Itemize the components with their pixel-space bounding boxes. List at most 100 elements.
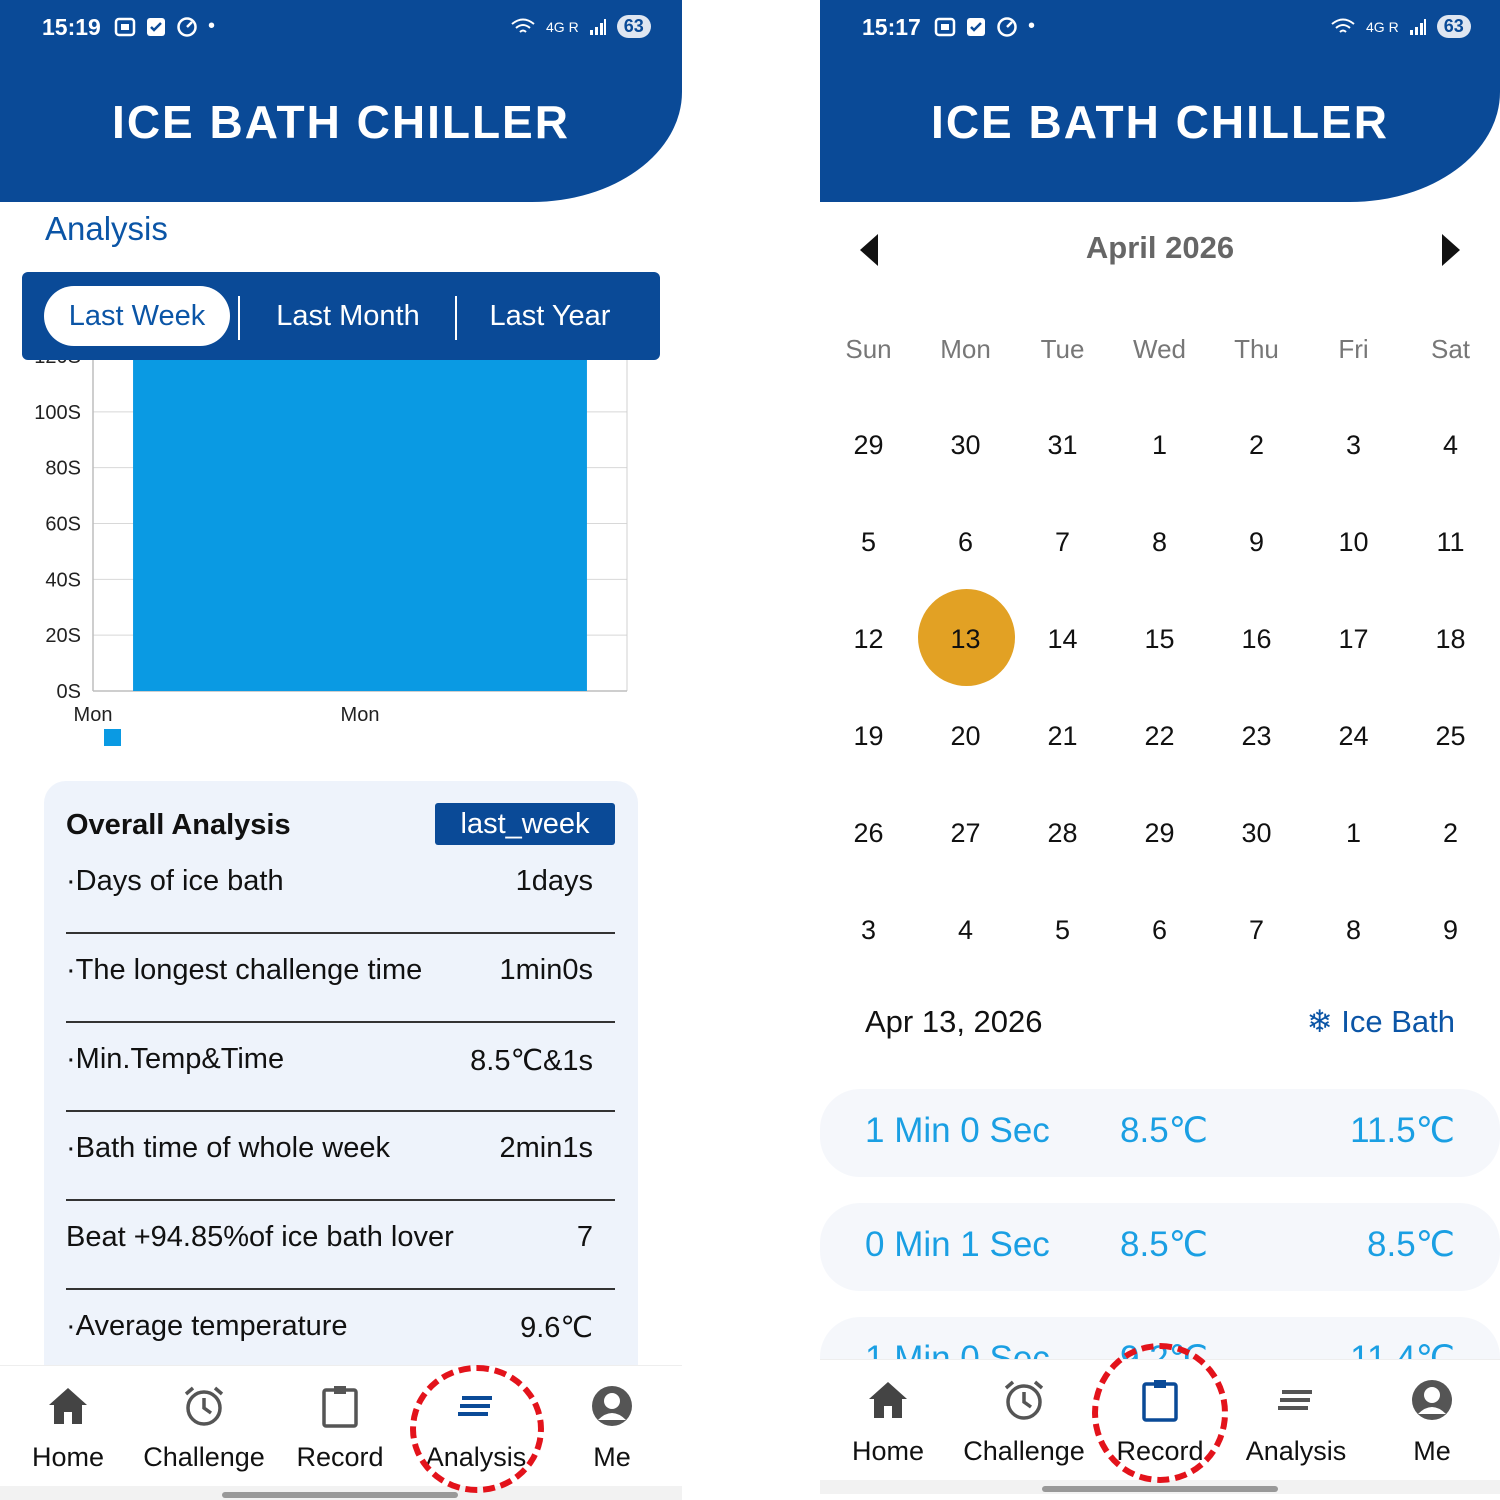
stat-value: 1min0s	[499, 954, 594, 986]
nav-label: Home	[31, 1442, 105, 1472]
calendar-day[interactable]: 30	[1208, 818, 1305, 849]
nav-analysis[interactable]: Analysis	[1228, 1360, 1364, 1495]
calendar-day[interactable]: 2	[1208, 430, 1305, 461]
calendar-day[interactable]: 8	[1111, 527, 1208, 558]
calendar-day[interactable]: 4	[917, 915, 1014, 946]
bar	[133, 356, 587, 691]
screenshot-icon	[934, 17, 956, 36]
calendar-day[interactable]: 5	[820, 527, 917, 558]
calendar-day[interactable]: 7	[1014, 527, 1111, 558]
signal-icon	[589, 18, 606, 35]
nav-label: Home	[851, 1436, 925, 1466]
calendar-day[interactable]: 25	[1402, 721, 1499, 752]
calendar-day[interactable]: 21	[1014, 721, 1111, 752]
calendar-day[interactable]: 13	[917, 624, 1014, 655]
calendar-day[interactable]: 29	[820, 430, 917, 461]
stat-value: 7	[576, 1221, 593, 1253]
stat-row: ·Days of ice bath 1days	[66, 845, 615, 934]
next-month-button[interactable]	[1440, 232, 1462, 268]
nav-challenge[interactable]: Challenge	[956, 1360, 1092, 1495]
calendar-day[interactable]: 3	[1305, 430, 1402, 461]
nav-challenge[interactable]: Challenge	[136, 1366, 272, 1500]
weekday-label: Fri	[1338, 334, 1369, 364]
speed-icon	[997, 16, 1017, 37]
nav-label: Challenge	[143, 1442, 265, 1472]
nav-label: Analysis	[425, 1442, 527, 1472]
calendar-day[interactable]: 4	[1402, 430, 1499, 461]
network-type: 4G R	[546, 18, 579, 35]
calendar-day[interactable]: 17	[1305, 624, 1402, 655]
status-bar: 15:19 • 4G R 63	[0, 0, 682, 56]
calendar-day[interactable]: 26	[820, 818, 917, 849]
nav-me[interactable]: Me	[544, 1366, 680, 1500]
wifi-icon	[1331, 18, 1355, 33]
nav-me[interactable]: Me	[1364, 1360, 1500, 1495]
y-tick-label: 100S	[34, 402, 81, 424]
calendar-day[interactable]: 9	[1208, 527, 1305, 558]
nav-record[interactable]: Record	[272, 1366, 408, 1500]
calendar-day[interactable]: 3	[820, 915, 917, 946]
weekday-label: Mon	[940, 334, 991, 364]
notification-icons: •	[934, 15, 1035, 38]
calendar-day[interactable]: 27	[917, 818, 1014, 849]
analysis-screen: ICE BATH CHILLER 15:19 • 4G R 63 Analysi…	[0, 0, 682, 1500]
calendar-day[interactable]: 15	[1111, 624, 1208, 655]
calendar-day[interactable]: 19	[820, 721, 917, 752]
nav-label: Challenge	[963, 1436, 1085, 1466]
calendar-day[interactable]: 14	[1014, 624, 1111, 655]
nav-analysis[interactable]: Analysis	[408, 1366, 544, 1500]
home-indicator[interactable]	[1042, 1486, 1278, 1492]
tab-last-year[interactable]: Last Year	[462, 286, 638, 346]
stat-value: 8.5℃&1s	[470, 1045, 593, 1077]
calendar-day[interactable]: 12	[820, 624, 917, 655]
stat-value: 2min1s	[499, 1132, 594, 1164]
stat-row: Beat +94.85%of ice bath lover 7	[66, 1201, 615, 1290]
ice-bath-link[interactable]: ❄ Ice Bath	[1307, 1004, 1455, 1040]
calendar-day[interactable]: 6	[917, 527, 1014, 558]
clipboard-icon	[1142, 1380, 1178, 1422]
home-indicator-bar	[820, 1480, 1500, 1494]
snowflake-icon: ❄	[1306, 1004, 1333, 1039]
calendar-day[interactable]: 20	[917, 721, 1014, 752]
calendar-day[interactable]: 18	[1402, 624, 1499, 655]
nav-label: Analysis	[1245, 1436, 1347, 1466]
user-icon	[592, 1386, 632, 1426]
dot-icon: •	[1028, 15, 1036, 37]
nav-record[interactable]: Record	[1092, 1360, 1228, 1495]
y-tick-label: 40S	[45, 569, 81, 591]
record-screen: ICE BATH CHILLER 15:17 • 4G R 63 April 2…	[820, 0, 1500, 1500]
record-row[interactable]: 1 Min 0 Sec 8.5℃ 11.5℃	[820, 1089, 1500, 1177]
bottom-nav: Home Challenge Record Analysis Me	[820, 1359, 1500, 1494]
nav-home[interactable]: Home	[820, 1360, 956, 1495]
calendar-day[interactable]: 7	[1208, 915, 1305, 946]
calendar-day[interactable]: 30	[917, 430, 1014, 461]
nav-home[interactable]: Home	[0, 1366, 136, 1500]
calendar-day[interactable]: 5	[1014, 915, 1111, 946]
home-indicator[interactable]	[222, 1492, 458, 1498]
calendar-day[interactable]: 28	[1014, 818, 1111, 849]
calendar-day[interactable]: 2	[1402, 818, 1499, 849]
calendar-month-title: April 2026	[1085, 230, 1235, 265]
x-tick-label: Mon	[341, 704, 380, 726]
stat-value: 1days	[515, 865, 593, 897]
calendar-day[interactable]: 10	[1305, 527, 1402, 558]
record-row[interactable]: 0 Min 1 Sec 8.5℃ 8.5℃	[820, 1203, 1500, 1291]
calendar-day[interactable]: 1	[1111, 430, 1208, 461]
calendar-day[interactable]: 6	[1111, 915, 1208, 946]
calendar-day[interactable]: 22	[1111, 721, 1208, 752]
calendar-day[interactable]: 9	[1402, 915, 1499, 946]
calendar-day[interactable]: 1	[1305, 818, 1402, 849]
calendar-day[interactable]: 24	[1305, 721, 1402, 752]
calendar-day[interactable]: 11	[1402, 527, 1499, 558]
nav-label: Record	[1116, 1436, 1204, 1466]
tab-last-month[interactable]: Last Month	[248, 286, 448, 346]
calendar-day[interactable]: 23	[1208, 721, 1305, 752]
calendar-day[interactable]: 8	[1305, 915, 1402, 946]
calendar-day[interactable]: 31	[1014, 430, 1111, 461]
calendar-day[interactable]: 16	[1208, 624, 1305, 655]
status-right: 4G R 63	[510, 15, 651, 38]
home-indicator-bar	[0, 1486, 682, 1500]
tab-last-week[interactable]: Last Week	[44, 286, 230, 346]
calendar-day[interactable]: 29	[1111, 818, 1208, 849]
y-tick-label: 60S	[45, 514, 81, 536]
